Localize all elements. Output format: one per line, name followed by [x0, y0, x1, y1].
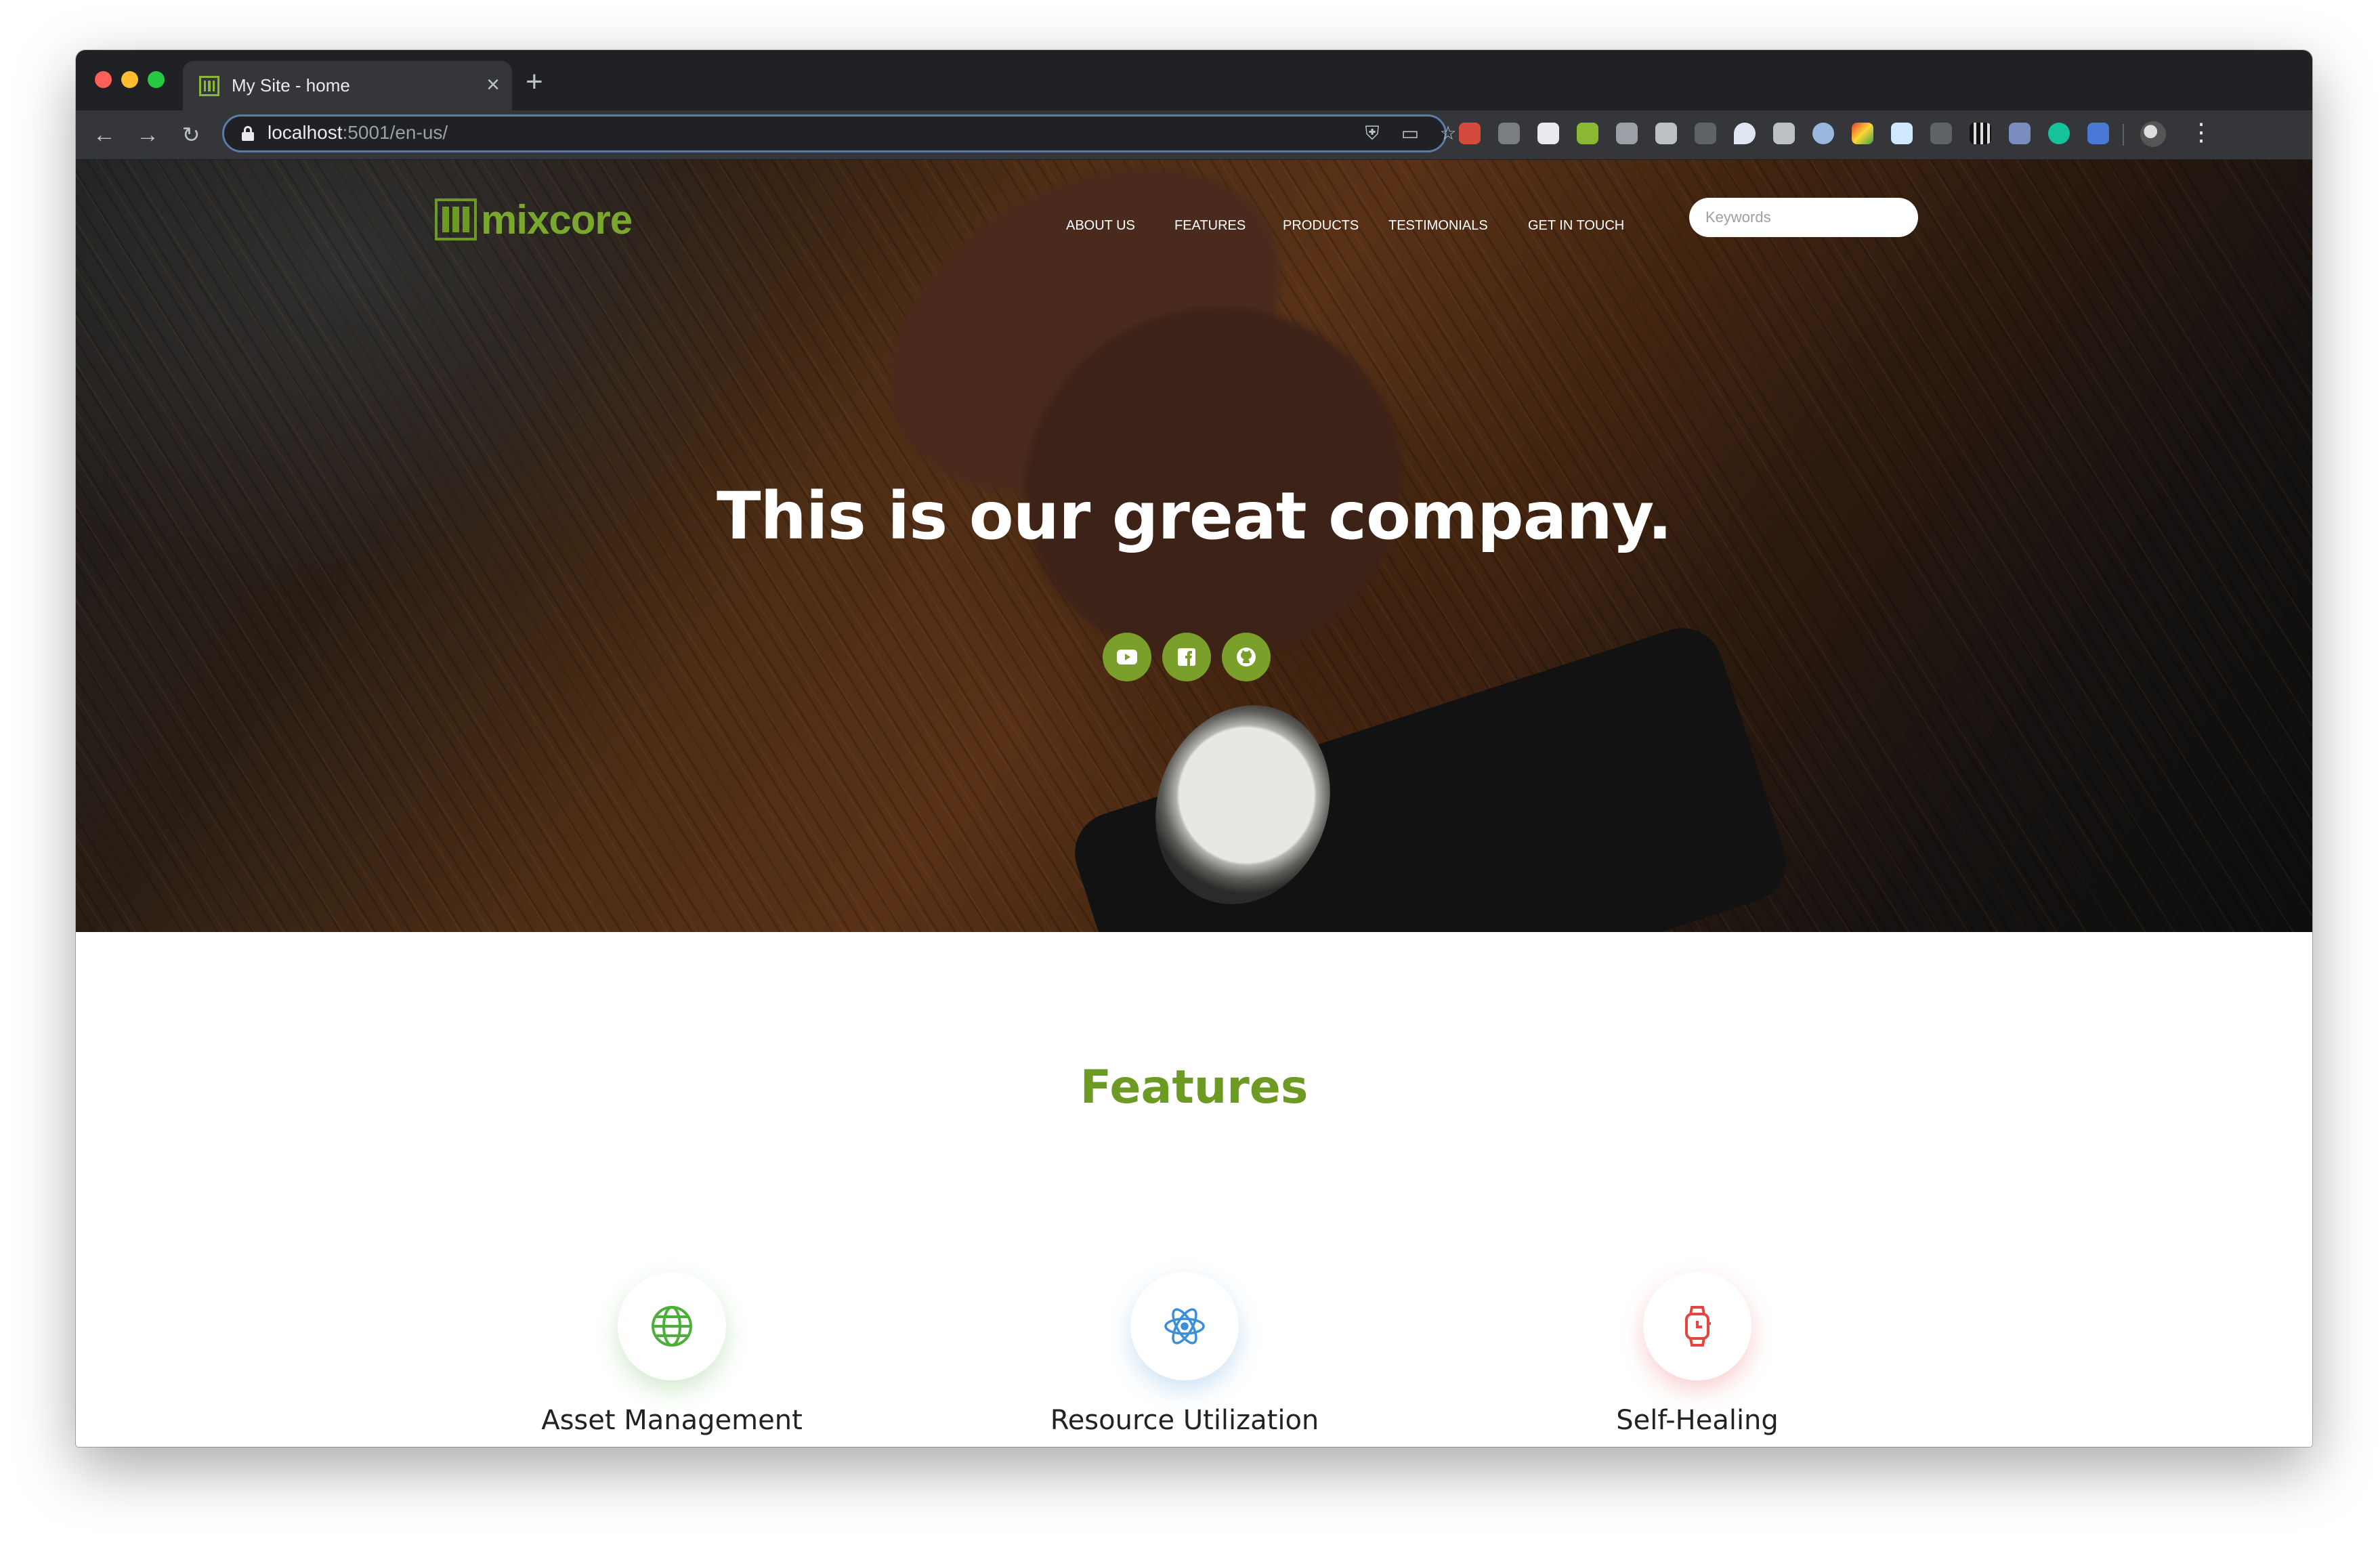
minimize-window-button[interactable]: [121, 71, 138, 88]
logo-mark-icon: [435, 198, 477, 240]
tab-close-icon[interactable]: ×: [486, 71, 500, 98]
extension-move-icon[interactable]: [1498, 123, 1520, 144]
youtube-button[interactable]: [1103, 633, 1151, 681]
blocked-shield-icon[interactable]: ⛨: [1362, 123, 1382, 144]
maximize-window-button[interactable]: [148, 71, 165, 88]
feature-card[interactable]: Resource Utilization: [981, 1272, 1388, 1447]
facebook-button[interactable]: [1162, 633, 1211, 681]
new-tab-button[interactable]: +: [526, 65, 543, 99]
site-logo[interactable]: mixcore: [435, 195, 633, 244]
back-arrow-icon[interactable]: ←: [89, 120, 119, 150]
address-bar[interactable]: localhost:5001/en-us/ ⛨ ▭ ☆: [222, 114, 1457, 152]
extension-wand-icon[interactable]: [1695, 123, 1716, 144]
bookmark-star-icon[interactable]: ☆: [1438, 123, 1458, 144]
extension-store-icon[interactable]: [1577, 123, 1598, 144]
feature-label: Self-Healing: [1616, 1405, 1779, 1436]
extension-diamond-icon[interactable]: [1734, 123, 1756, 144]
browser-tab[interactable]: My Site - home ×: [183, 61, 512, 110]
url-host: localhost: [268, 122, 343, 143]
hero-title: This is our great company.: [716, 478, 1672, 554]
more-menu-icon[interactable]: ⋮: [2189, 119, 2213, 146]
reload-icon[interactable]: ↻: [176, 120, 206, 150]
atom-icon: [1164, 1308, 1205, 1345]
feature-label: Asset Management: [541, 1405, 803, 1436]
extension-broadcast-icon[interactable]: [1930, 123, 1952, 144]
extension-camera-icon[interactable]: [1655, 123, 1677, 144]
extension-snowflake-icon[interactable]: [1891, 123, 1913, 144]
extension-pen-icon[interactable]: [2009, 123, 2031, 144]
github-icon: [1237, 648, 1256, 667]
facebook-icon: [1178, 648, 1195, 666]
extension-color-picker-icon[interactable]: [1852, 123, 1873, 144]
hero-section: mixcore ABOUT US FEATURES PRODUCTS TESTI…: [76, 160, 2312, 932]
feature-icon-circle: [1643, 1272, 1751, 1380]
lock-icon[interactable]: [242, 126, 254, 141]
logo-text: mixcore: [481, 196, 633, 242]
github-button[interactable]: [1222, 633, 1271, 681]
browser-toolbar: ← → ↻ localhost:5001/en-us/ ⛨ ▭ ☆ ⋮: [76, 110, 2312, 160]
toolbar-divider: [2123, 124, 2124, 146]
cast-device-icon[interactable]: ▭: [1400, 123, 1420, 144]
url-text[interactable]: localhost:5001/en-us/: [268, 122, 448, 144]
tab-strip: My Site - home × +: [76, 50, 2312, 110]
nav-get-in-touch[interactable]: GET IN TOUCH: [1528, 218, 1624, 234]
search-input[interactable]: [1689, 198, 1918, 237]
extension-qr-icon[interactable]: [1970, 123, 1991, 144]
feature-card[interactable]: Asset Management: [469, 1272, 875, 1447]
feature-label: Resource Utilization: [1050, 1405, 1319, 1436]
extension-cube-icon[interactable]: [1459, 123, 1481, 144]
nav-features[interactable]: FEATURES: [1174, 218, 1246, 234]
feature-icon-circle: [1130, 1272, 1239, 1380]
globe-icon: [652, 1306, 692, 1347]
extension-screen-icon[interactable]: [1616, 123, 1638, 144]
feature-icon-circle: [618, 1272, 726, 1380]
forward-arrow-icon[interactable]: →: [133, 120, 163, 150]
url-path: :5001/en-us/: [342, 122, 448, 143]
youtube-icon: [1117, 650, 1137, 664]
tab-title: My Site - home: [232, 75, 350, 96]
extension-screenshot-icon[interactable]: [1773, 123, 1795, 144]
smartwatch-icon: [1685, 1306, 1711, 1347]
close-window-button[interactable]: [95, 71, 112, 88]
feature-card[interactable]: Self-Healing: [1494, 1272, 1900, 1447]
extension-tab-icon[interactable]: [2087, 123, 2109, 144]
extension-eraser-icon[interactable]: [1537, 123, 1559, 144]
browser-window: My Site - home × + ← → ↻ localhost:5001/…: [76, 50, 2312, 1447]
nav-about-us[interactable]: ABOUT US: [1066, 218, 1135, 234]
profile-avatar[interactable]: [2140, 121, 2166, 147]
extension-circle-icon[interactable]: [1812, 123, 1834, 144]
site-favicon-icon: [199, 76, 219, 96]
extension-grammarly-icon[interactable]: [2048, 123, 2070, 144]
features-heading: Features: [1080, 1061, 1309, 1114]
nav-testimonials[interactable]: TESTIMONIALS: [1388, 218, 1488, 234]
nav-products[interactable]: PRODUCTS: [1283, 218, 1359, 234]
